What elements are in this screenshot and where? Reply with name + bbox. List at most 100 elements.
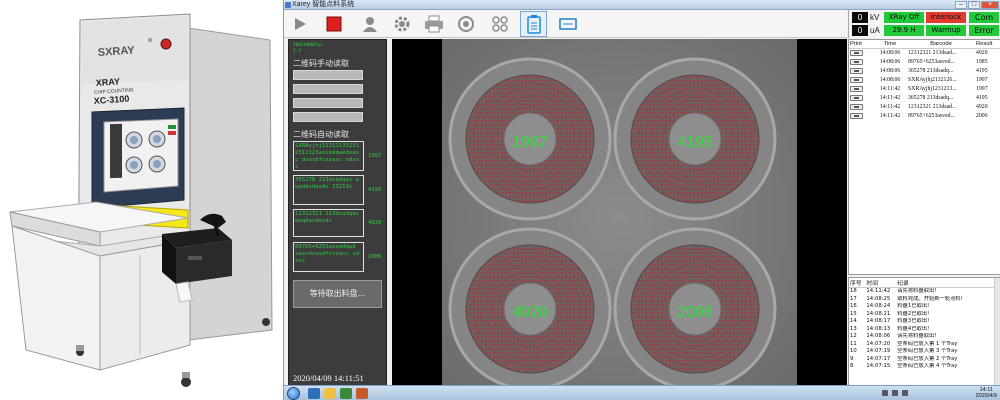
fullscreen-button[interactable] (554, 11, 581, 37)
taskbar: 14:11 2020/4/9 (284, 385, 1000, 400)
print-cell-time: 14:08:06 (879, 59, 901, 65)
print-cell-time: 14:11:42 (879, 95, 901, 101)
log-cell-time: 14:07:19 (866, 348, 891, 354)
top-code-line2: 1-2 (293, 49, 302, 54)
stop-icon (326, 16, 341, 32)
print-table-row[interactable]: 14:08:06 365278 213dsadq... 4195 (849, 67, 1000, 76)
log-row[interactable]: 10 14:07:19 空条码已放入第 3 个Tray (849, 348, 1000, 356)
tray-volume-icon[interactable] (892, 390, 898, 396)
close-button[interactable]: × (981, 1, 999, 9)
wait-remove-tray-button[interactable]: 等待取出料盘... (293, 280, 382, 308)
print-row-button[interactable] (849, 85, 873, 94)
app-icon (285, 2, 291, 8)
log-cell-record: 料盘4已取出! (897, 325, 930, 332)
taskbar-app-icon[interactable] (356, 388, 368, 399)
minimize-button[interactable]: – (955, 1, 967, 9)
log-row[interactable]: 9 14:07:17 空条码已放入第 2 个Tray (849, 356, 1000, 364)
col-log-time: 时间 (865, 278, 897, 288)
log-scrollbar[interactable] (994, 278, 1000, 394)
start-button[interactable] (286, 11, 313, 37)
clipboard-icon (526, 15, 541, 34)
log-row[interactable]: 12 14:08:06 请先将料盘取出! (849, 333, 1000, 341)
print-table-row[interactable]: 14:11:42 SXRAyjhj1231213... 1997 (849, 85, 1000, 94)
xray-image-view[interactable]: 1997 4195 4920 2006 (392, 39, 847, 394)
window-controls: – □ × (955, 1, 999, 9)
printer-icon[interactable] (850, 112, 863, 119)
log-row[interactable]: 11 14:07:20 空条码已放入第 1 个Tray (849, 341, 1000, 349)
clipboard-button[interactable] (520, 11, 547, 37)
log-row[interactable]: 16 14:08:24 料盘1已取出! (849, 303, 1000, 311)
log-cell-time: 14:11:42 (866, 288, 891, 294)
printer-icon[interactable] (850, 94, 863, 101)
printer-icon[interactable] (850, 76, 863, 83)
print-cell-time: 14:11:42 (879, 86, 901, 92)
print-table-row[interactable]: 14:11:42 12312321 213dsad... 4920 (849, 103, 1000, 112)
print-row-button[interactable] (849, 103, 873, 112)
stop-button[interactable] (320, 11, 347, 37)
maximize-button[interactable]: □ (968, 1, 980, 9)
log-cell-time: 14:07:15 (866, 363, 891, 369)
print-table-row[interactable]: 14:08:06 SXRAyjhj2132126... 1997 (849, 76, 1000, 85)
print-row-button[interactable] (849, 76, 873, 85)
print-table-row[interactable]: 14:11:42 89765+6253asved... 2006 (849, 112, 1000, 121)
col-time: Time (873, 40, 907, 49)
reel-button[interactable] (452, 11, 479, 37)
printer-icon (424, 15, 443, 33)
taskbar-folder-icon[interactable] (324, 388, 336, 399)
manual-barcode-input-4[interactable] (293, 112, 363, 122)
print-row-button[interactable] (849, 112, 873, 121)
printer-icon[interactable] (850, 103, 863, 110)
print-table-row[interactable]: 14:08:06 12312321 213dsad... 4920 (849, 48, 1000, 58)
log-cell-record: 料盘3已取出! (897, 318, 930, 324)
print-button[interactable] (420, 11, 447, 37)
log-cell-record: 请先将料盘取出! (897, 288, 937, 294)
tray-flag-icon[interactable] (902, 390, 908, 396)
auto-read-count-1: 1997 (368, 153, 382, 159)
print-row-button[interactable] (849, 48, 873, 58)
print-table-row[interactable]: 14:11:42 365278 213dsadq... 4195 (849, 94, 1000, 103)
kv-unit: kV (870, 13, 880, 22)
log-row[interactable]: 14 14:08:17 料盘3已取出! (849, 318, 1000, 326)
print-cell-result: 4195 (976, 68, 988, 74)
manual-barcode-input-3[interactable] (293, 98, 363, 108)
log-row[interactable]: 8 14:07:15 空条码已放入第 4 个Tray (849, 363, 1000, 371)
print-cell-barcode: 365278 213dsadq... (908, 68, 954, 74)
log-row[interactable]: 18 14:11:42 请先将料盘取出! (849, 288, 1000, 296)
settings-button[interactable] (388, 11, 415, 37)
printer-icon[interactable] (850, 67, 863, 74)
taskbar-date: 2020/4/9 (975, 393, 997, 399)
taskbar-clock: 14:11 2020/4/9 (976, 387, 997, 399)
print-row-button[interactable] (849, 67, 873, 76)
manual-barcode-input-1[interactable] (293, 70, 363, 80)
printer-icon[interactable] (850, 49, 863, 56)
barcode-control-panel: 3601h0007pc 1-2 二维码手动读取 二维码自动读取 SXRAyjhj… (288, 39, 387, 394)
log-cell-record: 空条码已放入第 2 个Tray (897, 355, 958, 362)
taskbar-ie-icon[interactable] (308, 388, 320, 399)
log-cell-index: 16 (850, 303, 857, 309)
print-row-button[interactable] (849, 58, 873, 67)
print-table-row[interactable]: 14:08:06 89765+6253asved... 1985 (849, 58, 1000, 67)
log-row[interactable]: 13 14:08:13 料盘4已取出! (849, 326, 1000, 334)
user-icon (362, 17, 377, 32)
auto-read-box-1: SXRAyjhj12312131231 2312123asvedqwedxasc… (293, 141, 364, 171)
start-menu-button[interactable] (287, 387, 300, 400)
grid-button[interactable] (486, 11, 513, 37)
auto-read-count-3: 4920 (368, 220, 382, 226)
log-row[interactable]: 17 14:08:25 取料完成。开始新一轮点料! (849, 296, 1000, 304)
log-cell-index: 8 (850, 363, 854, 369)
log-cell-record: 料盘2已取出! (897, 310, 930, 317)
log-cell-record: 空条码已放入第 1 个Tray (897, 340, 958, 347)
print-cell-time: 14:11:42 (879, 104, 901, 110)
com-badge: Com (969, 12, 999, 23)
printer-icon[interactable] (850, 58, 863, 65)
ua-unit: uA (870, 26, 880, 35)
taskbar-media-icon[interactable] (340, 388, 352, 399)
log-cell-record: 取料完成。开始新一轮点料! (897, 295, 963, 302)
print-row-button[interactable] (849, 94, 873, 103)
manual-barcode-input-2[interactable] (293, 84, 363, 94)
user-button[interactable] (356, 11, 383, 37)
printer-icon[interactable] (850, 85, 863, 92)
tray-network-icon[interactable] (882, 390, 888, 396)
print-cell-result: 1997 (976, 77, 988, 83)
log-row[interactable]: 15 14:08:21 料盘2已取出! (849, 311, 1000, 319)
